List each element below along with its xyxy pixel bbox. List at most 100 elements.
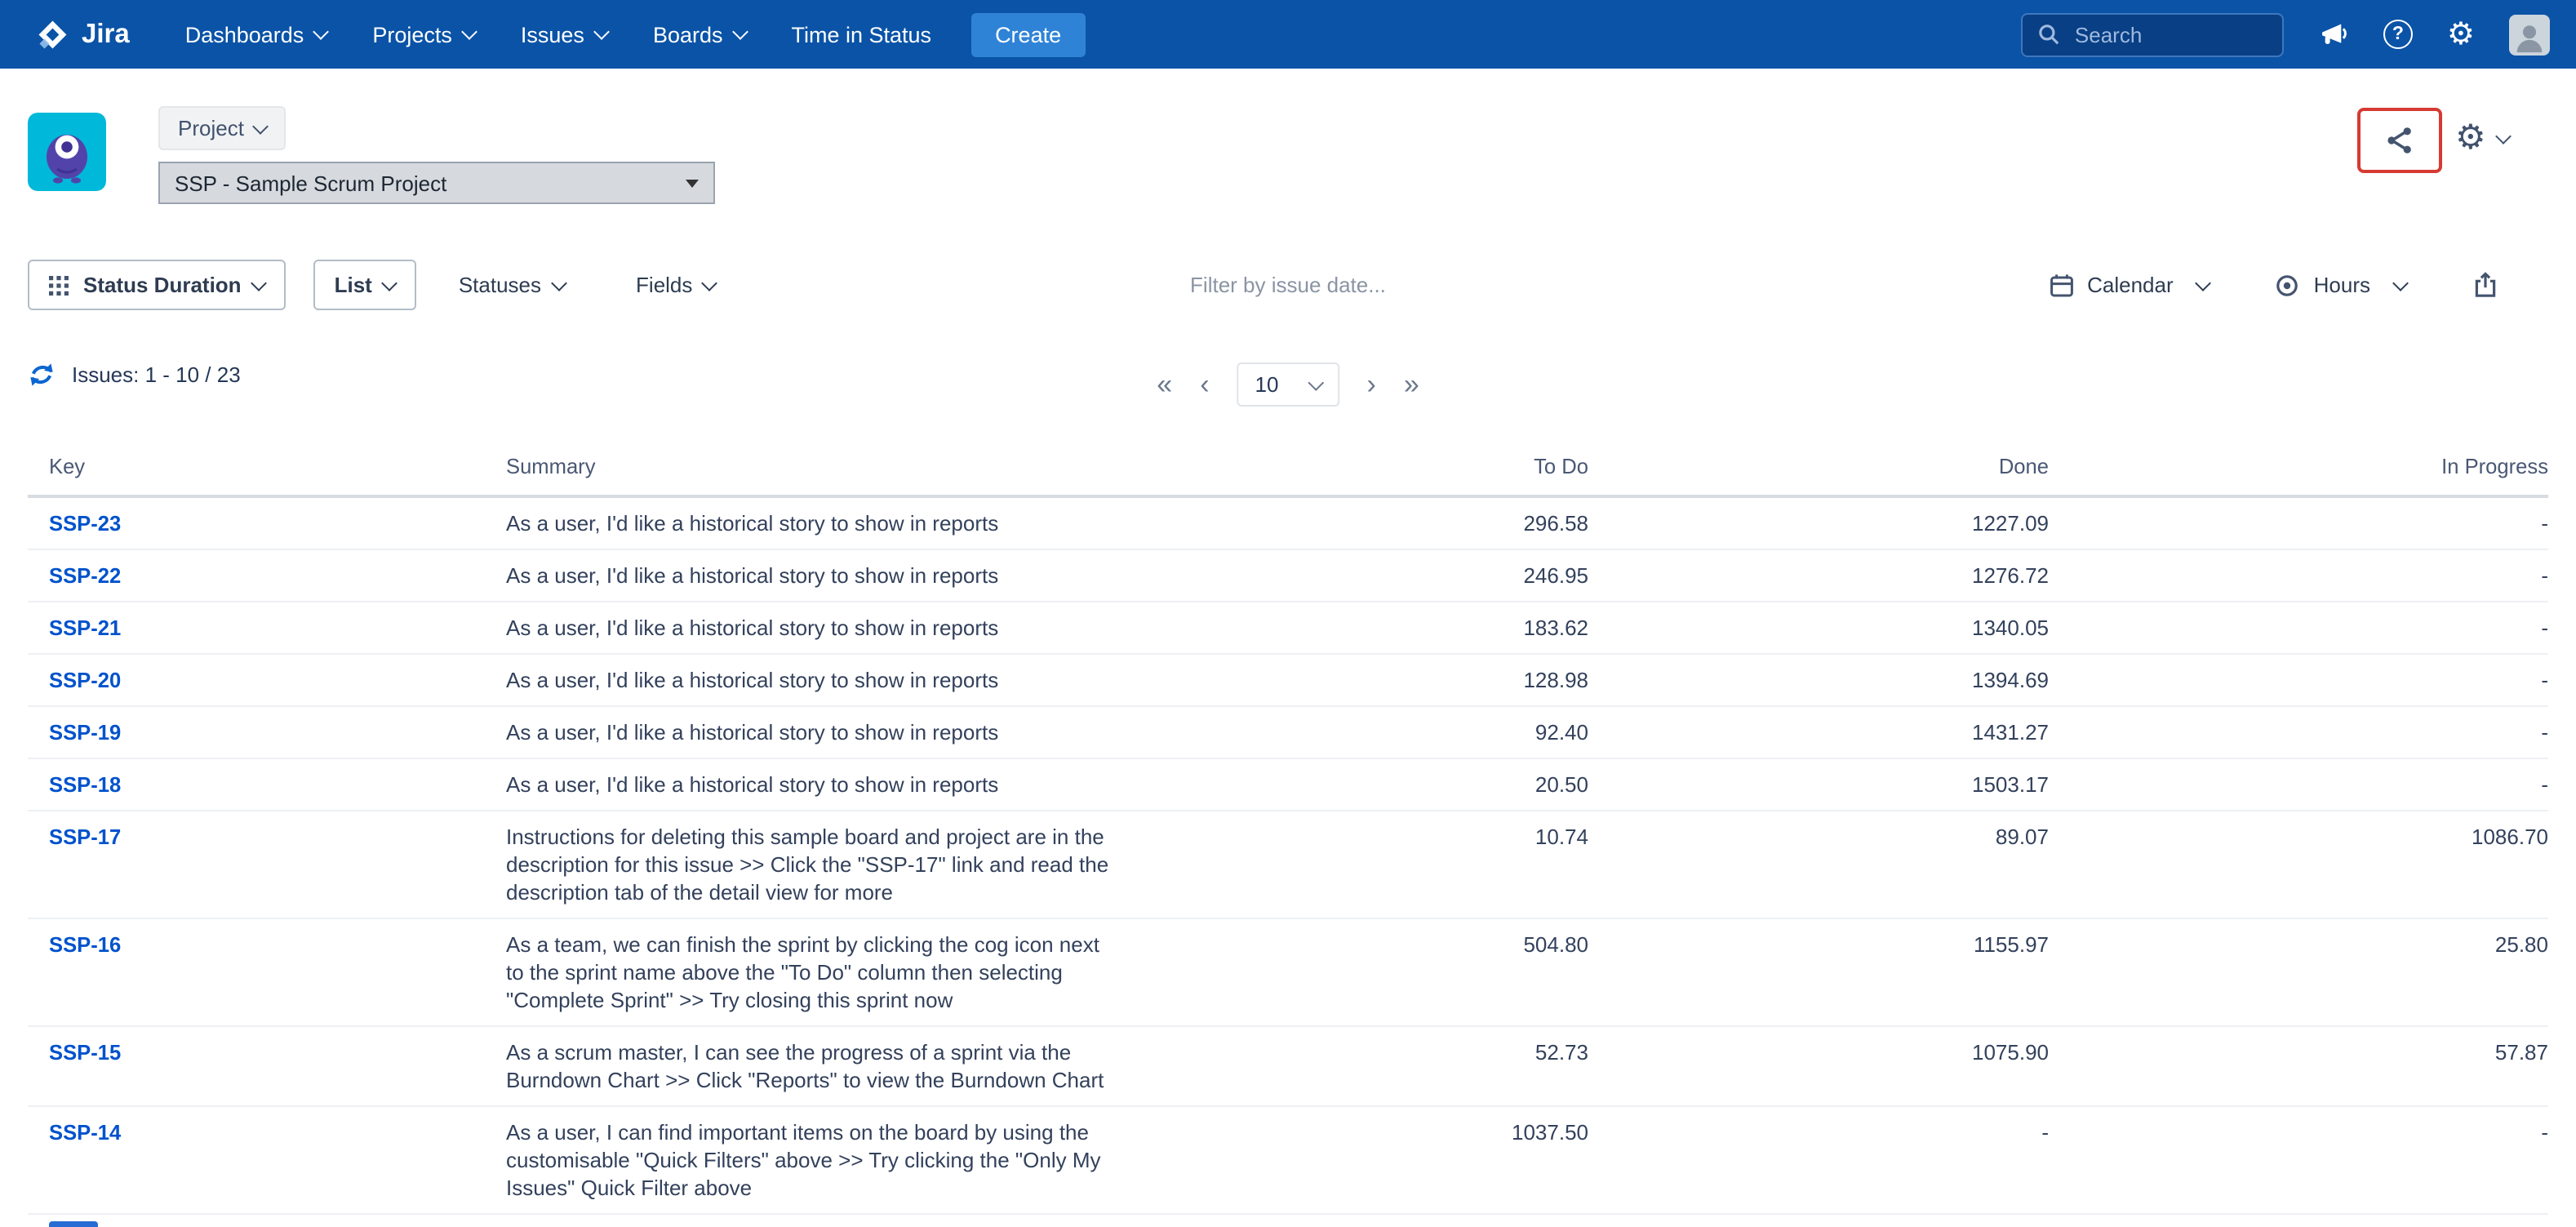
view-type-dropdown[interactable]: Status Duration [28, 260, 286, 310]
nav-item-dashboards[interactable]: Dashboards [162, 0, 350, 69]
inprogress-cell: - [2049, 550, 2548, 601]
issue-key-link[interactable]: SSP-18 [49, 772, 121, 797]
nav-item-issues[interactable]: Issues [498, 0, 630, 69]
fields-label: Fields [636, 273, 692, 297]
layout-dropdown[interactable]: List [313, 260, 416, 310]
done-cell: 1503.17 [1588, 759, 2049, 810]
settings-gear-icon[interactable]: ⚙ [2447, 19, 2475, 50]
issue-key-link[interactable]: SSP-15 [49, 1040, 121, 1065]
calendar-dropdown[interactable]: Calendar [2048, 272, 2210, 298]
report-settings-gear[interactable]: ⚙ [2455, 121, 2509, 155]
nav-item-label: Time in Status [792, 22, 932, 47]
chevron-down-icon [2196, 274, 2212, 291]
done-cell: 1227.09 [1588, 498, 2049, 549]
fields-dropdown[interactable]: Fields [636, 273, 715, 297]
table-row: SSP-22 As a user, I'd like a historical … [28, 550, 2548, 602]
time-unit-dropdown[interactable]: Hours [2275, 272, 2406, 298]
chevron-down-icon [1308, 374, 1324, 390]
chevron-down-icon [253, 118, 269, 134]
last-page-button[interactable]: » [1404, 371, 1419, 398]
inprogress-cell: 57.87 [2049, 1027, 2548, 1105]
issue-date-filter-input[interactable] [1056, 271, 1520, 299]
search-input[interactable] [2072, 20, 2267, 48]
hours-target-icon [2275, 272, 2301, 298]
report-toolbar: Status Duration List Statuses Fields [28, 260, 2548, 310]
export-button[interactable] [2472, 271, 2499, 299]
chevron-down-icon [550, 274, 566, 291]
key-cell: SSP-20 [28, 655, 506, 705]
time-unit-label: Hours [2314, 273, 2370, 297]
summary-cell: As a scrum master, I can see the progres… [506, 1027, 1154, 1105]
key-cell: SSP-16 [28, 919, 506, 1025]
project-select[interactable]: SSP - Sample Scrum Project [158, 162, 715, 204]
report-scope-dropdown[interactable]: Project [158, 106, 286, 150]
column-header-done[interactable]: Done [1588, 454, 2049, 478]
table-row: SSP-16 As a team, we can finish the spri… [28, 919, 2548, 1027]
done-cell: 1431.27 [1588, 707, 2049, 758]
issues-count-label: Issues: 1 - 10 / 23 [72, 362, 241, 387]
column-header-summary[interactable]: Summary [506, 454, 1154, 478]
top-navbar: Jira Dashboards Projects Issues Boards T… [0, 0, 2576, 69]
nav-item-label: Projects [372, 22, 452, 47]
summary-cell: As a user, I'd like a historical story t… [506, 707, 1154, 758]
summary-cell: As a user, I'd like a historical story t… [506, 602, 1154, 653]
refresh-icon[interactable] [28, 361, 56, 389]
select-arrow-icon [686, 179, 699, 187]
table-row: SSP-19 As a user, I'd like a historical … [28, 707, 2548, 759]
summary-cell: As a user, I'd like a historical story t… [506, 550, 1154, 601]
statuses-dropdown[interactable]: Statuses [459, 273, 564, 297]
table-row: SSP-20 As a user, I'd like a historical … [28, 655, 2548, 707]
issue-key-link[interactable]: SSP-14 [49, 1120, 121, 1145]
todo-cell: 183.62 [1154, 602, 1588, 653]
nav-item-projects[interactable]: Projects [349, 0, 498, 69]
export-icon [2472, 271, 2499, 299]
create-button[interactable]: Create [970, 12, 1086, 56]
key-cell: SSP-18 [28, 759, 506, 810]
share-button-highlighted[interactable] [2357, 108, 2442, 173]
global-search[interactable] [2021, 12, 2284, 56]
chevron-down-icon [461, 24, 477, 40]
jira-logo-icon [36, 17, 70, 51]
column-header-todo[interactable]: To Do [1154, 454, 1588, 478]
jira-logo[interactable]: Jira [36, 17, 130, 51]
page-size-select[interactable]: 10 [1237, 362, 1339, 407]
todo-cell: 92.40 [1154, 707, 1588, 758]
column-header-inprogress[interactable]: In Progress [2049, 454, 2548, 478]
issue-key-link[interactable]: SSP-22 [49, 563, 121, 588]
feedback-megaphone-icon[interactable] [2318, 19, 2349, 50]
column-header-key[interactable]: Key [28, 454, 506, 478]
chevron-down-icon [732, 24, 748, 40]
issue-key-link[interactable]: SSP-20 [49, 668, 121, 692]
project-avatar [28, 113, 106, 191]
table-row: SSP-18 As a user, I'd like a historical … [28, 759, 2548, 811]
next-page-button[interactable]: › [1366, 371, 1375, 398]
toolbar-right-group: Calendar Hours [2048, 271, 2548, 299]
help-icon[interactable]: ? [2383, 20, 2413, 49]
key-cell: SSP-19 [28, 707, 506, 758]
issue-key-link[interactable]: SSP-19 [49, 720, 121, 745]
inprogress-cell: 25.80 [2049, 919, 2548, 1025]
todo-cell: 246.95 [1154, 550, 1588, 601]
clipped-next-row-key [49, 1221, 98, 1227]
nav-item-time-in-status[interactable]: Time in Status [769, 0, 955, 69]
issue-key-link[interactable]: SSP-21 [49, 616, 121, 640]
issue-key-link[interactable]: SSP-16 [49, 932, 121, 957]
issue-key-link[interactable]: SSP-17 [49, 825, 121, 849]
grid-icon [49, 275, 69, 295]
jira-logo-text: Jira [82, 19, 130, 50]
prev-page-button[interactable]: ‹ [1200, 371, 1209, 398]
help-glyph: ? [2392, 24, 2404, 44]
key-cell: SSP-23 [28, 498, 506, 549]
done-cell: 89.07 [1588, 811, 2049, 918]
user-avatar[interactable] [2509, 14, 2550, 55]
nav-item-label: Issues [521, 22, 584, 47]
key-cell: SSP-15 [28, 1027, 506, 1105]
issue-key-link[interactable]: SSP-23 [49, 511, 121, 536]
layout-label: List [335, 273, 372, 297]
nav-item-boards[interactable]: Boards [630, 0, 769, 69]
table-row: SSP-17 Instructions for deleting this sa… [28, 811, 2548, 919]
gear-icon: ⚙ [2455, 121, 2486, 155]
done-cell: 1155.97 [1588, 919, 2049, 1025]
first-page-button[interactable]: « [1157, 371, 1172, 398]
todo-cell: 10.74 [1154, 811, 1588, 918]
